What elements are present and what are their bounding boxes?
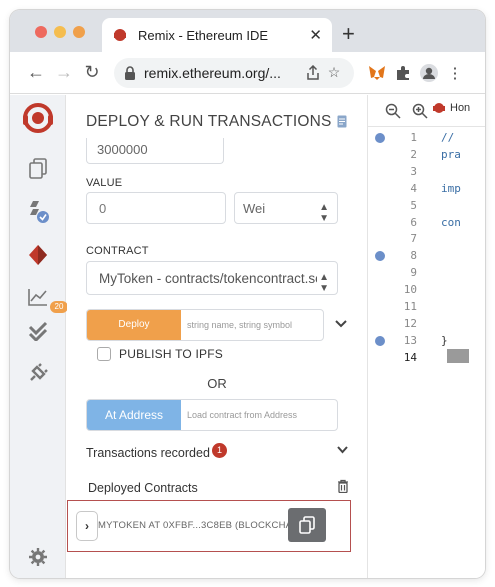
at-address-input[interactable]: Load contract from Address: [187, 400, 297, 430]
fold-marker-icon[interactable]: [375, 335, 385, 346]
remix-home-icon[interactable]: [21, 101, 55, 135]
deploy-row: Deploy string name, string symbol: [86, 309, 324, 341]
new-tab-button[interactable]: +: [342, 21, 355, 47]
line-number: 13: [403, 333, 417, 347]
line-number: 14: [403, 350, 417, 364]
expand-instance-button[interactable]: ›: [76, 511, 98, 541]
browser-menu-icon[interactable]: ⋮: [442, 60, 468, 86]
deploy-run-panel: DEPLOY & RUN TRANSACTIONS 3000000 VALUE …: [67, 95, 367, 578]
browser-tab[interactable]: Remix - Ethereum IDE ✕: [102, 18, 332, 52]
line-number: 7: [410, 232, 417, 246]
maximize-window-button[interactable]: [73, 26, 85, 38]
chevron-down-icon[interactable]: [337, 445, 348, 457]
text-cursor: [447, 349, 469, 363]
code-line: imp: [441, 181, 461, 195]
transactions-recorded-label[interactable]: Transactions recorded: [86, 446, 210, 460]
zoom-out-icon[interactable]: [385, 103, 401, 119]
minimize-window-button[interactable]: [54, 26, 66, 38]
settings-gear-icon[interactable]: [24, 543, 52, 571]
line-number: 10: [403, 283, 417, 297]
deploy-args-input[interactable]: string name, string symbol: [187, 310, 292, 340]
gas-limit-input[interactable]: 3000000: [86, 138, 224, 164]
reload-icon[interactable]: ↻: [78, 59, 106, 87]
browser-window: Remix - Ethereum IDE ✕ + ← → ↻ remix.eth…: [10, 10, 485, 578]
or-label: OR: [207, 376, 227, 391]
line-number: 5: [410, 198, 417, 212]
value-input[interactable]: 0: [86, 192, 226, 224]
line-number: 1: [410, 131, 417, 144]
copy-icon: [299, 516, 315, 534]
publish-ipfs-label: PUBLISH TO IPFS: [119, 347, 223, 361]
line-number: 9: [410, 266, 417, 280]
address-bar[interactable]: remix.ethereum.org/... ☆: [114, 57, 354, 88]
line-number: 3: [410, 164, 417, 178]
line-number: 8: [410, 249, 417, 263]
copy-address-button[interactable]: [288, 508, 326, 542]
line-number: 11: [403, 300, 417, 313]
fold-marker-icon[interactable]: [375, 133, 385, 143]
share-icon[interactable]: [306, 64, 320, 81]
deployed-contracts-label: Deployed Contracts: [88, 481, 198, 495]
deployed-contract-instance: › MYTOKEN AT 0XFBF...3C8EB (BLOCKCHAIN): [67, 500, 351, 552]
code-line: //: [441, 131, 455, 144]
editor-tab-label: Hon: [450, 102, 471, 114]
unit-selected: Wei: [243, 201, 266, 216]
chevron-down-icon[interactable]: [335, 317, 347, 331]
value-label: VALUE: [86, 177, 123, 189]
editor-tab-home[interactable]: Hon: [432, 101, 470, 115]
at-address-row: At Address Load contract from Address: [86, 399, 338, 431]
contract-instance-name: MYTOKEN AT 0XFBF...3C8EB (BLOCKCHAIN): [98, 520, 288, 531]
line-number: 2: [410, 147, 417, 161]
analytics-chart-icon[interactable]: 20: [24, 283, 68, 313]
select-caret-icon: ▲ ▼: [319, 272, 329, 294]
bookmark-star-icon[interactable]: ☆: [324, 64, 344, 81]
code-editor: Hon 1 2 3 4 5 6 7 8 9 10 11 12 13 14 // pra imp con}: [367, 95, 485, 578]
panel-title: DEPLOY & RUN TRANSACTIONS: [86, 113, 332, 130]
at-address-button[interactable]: At Address: [87, 400, 181, 430]
back-icon[interactable]: ←: [22, 59, 50, 87]
plugin-count-badge: 20: [50, 301, 68, 313]
browser-toolbar: ← → ↻ remix.ethereum.org/... ☆ ⋮: [10, 52, 485, 94]
contract-selected: MyToken - contracts/tokencontract.sol: [99, 271, 317, 286]
trash-icon[interactable]: [337, 479, 349, 493]
deploy-run-icon[interactable]: [24, 241, 52, 269]
documentation-icon[interactable]: [337, 115, 347, 128]
double-check-icon[interactable]: [24, 317, 52, 345]
extensions-puzzle-icon[interactable]: [390, 60, 416, 86]
code-line: pra: [441, 147, 461, 161]
tab-close-icon[interactable]: ✕: [309, 26, 322, 44]
url-text: remix.ethereum.org/...: [144, 64, 281, 81]
plugin-manager-icon[interactable]: [24, 359, 52, 387]
icon-rail: 20: [10, 95, 68, 578]
lock-icon: [125, 65, 135, 80]
zoom-in-icon[interactable]: [412, 103, 428, 119]
publish-ipfs-checkbox[interactable]: [97, 347, 111, 361]
forward-icon[interactable]: →: [50, 59, 78, 87]
tab-title: Remix - Ethereum IDE: [138, 27, 269, 43]
line-number: 4: [410, 181, 417, 195]
contract-label: CONTRACT: [86, 245, 149, 257]
code-line: con: [441, 215, 461, 229]
unit-select[interactable]: Wei ▲ ▼: [234, 192, 338, 224]
code-line: }: [441, 333, 448, 347]
remix-logo-icon: [114, 29, 126, 41]
solidity-compiler-icon[interactable]: [24, 197, 52, 225]
remix-logo-icon: [433, 103, 445, 113]
tab-strip: Remix - Ethereum IDE ✕ +: [10, 10, 485, 52]
fold-marker-icon[interactable]: [375, 251, 385, 262]
profile-avatar-icon[interactable]: [416, 60, 442, 86]
contract-select[interactable]: MyToken - contracts/tokencontract.sol ▲ ▼: [86, 261, 338, 295]
editor-toolbar: Hon: [368, 95, 485, 127]
close-window-button[interactable]: [35, 26, 47, 38]
transactions-count-badge: 1: [212, 443, 227, 458]
deploy-button[interactable]: Deploy: [87, 310, 181, 340]
file-explorer-icon[interactable]: [24, 155, 52, 183]
select-caret-icon: ▲ ▼: [319, 202, 329, 224]
line-number: 6: [410, 215, 417, 229]
line-number: 12: [403, 316, 417, 330]
metamask-fox-icon[interactable]: [364, 60, 390, 86]
